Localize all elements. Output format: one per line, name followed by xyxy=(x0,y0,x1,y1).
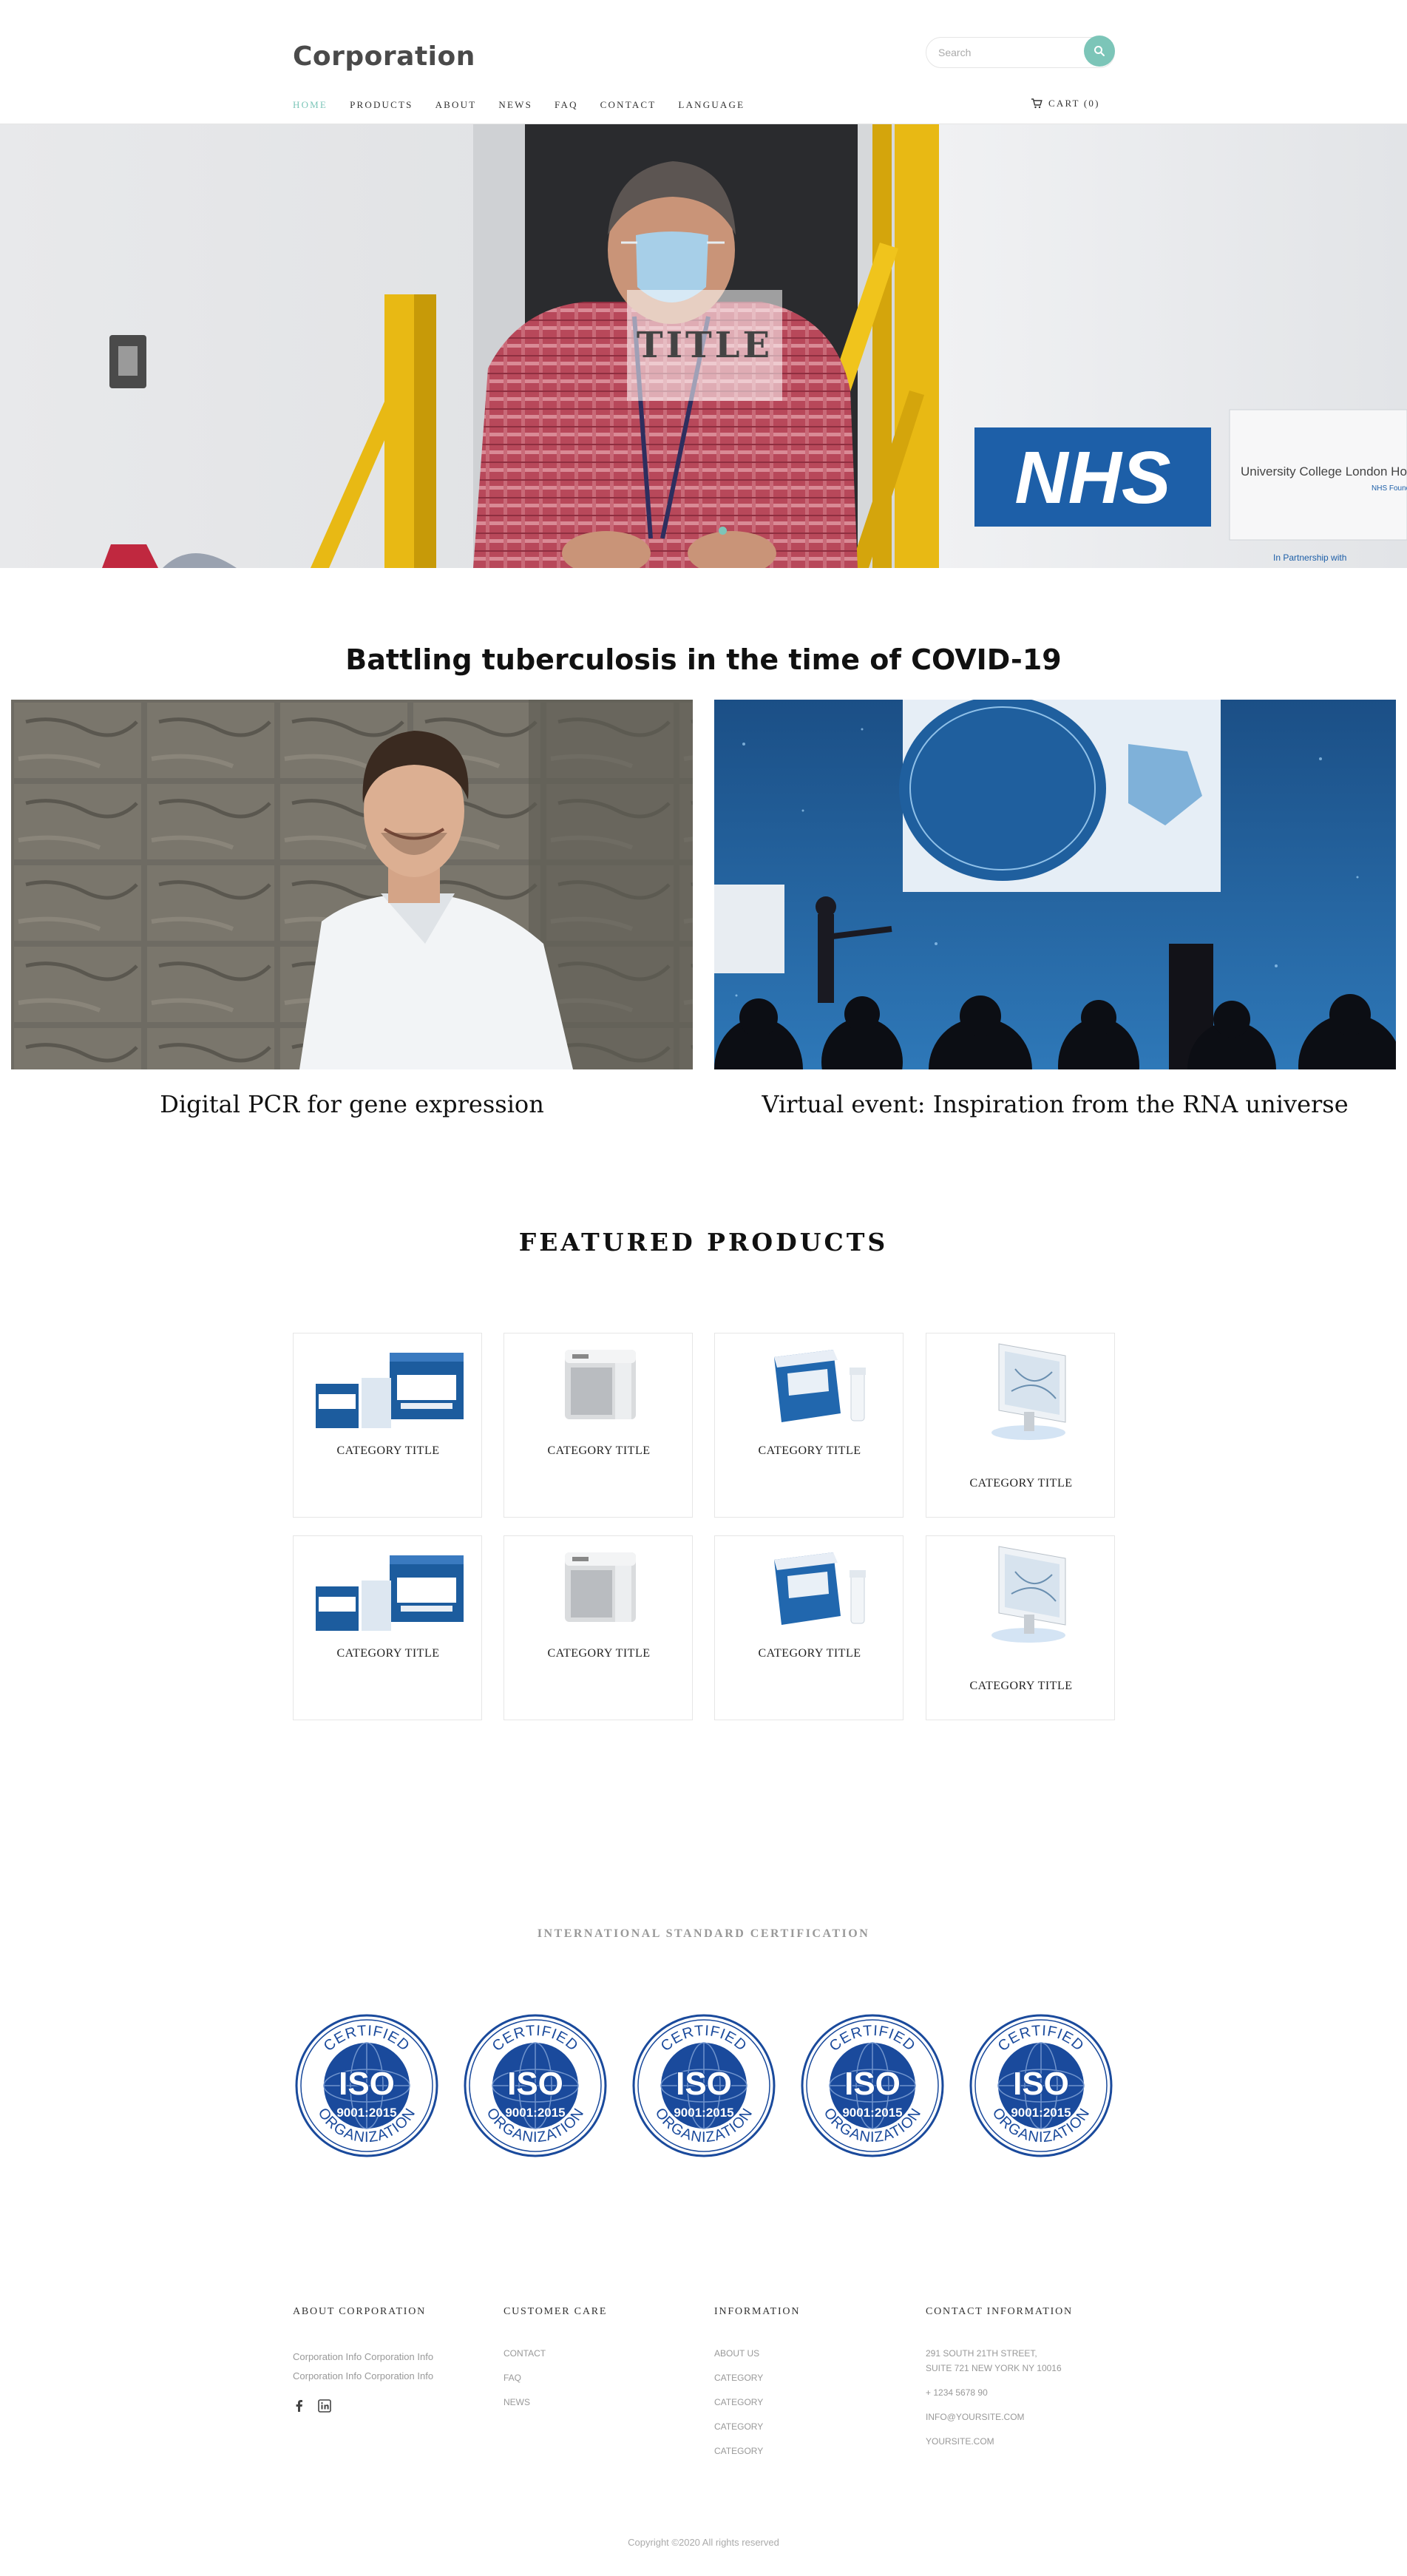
nav-products[interactable]: PRODUCTS xyxy=(350,99,413,111)
footer-contact-heading: CONTACT INFORMATION xyxy=(926,2306,1073,2317)
footer-about-heading: ABOUT CORPORATION xyxy=(293,2306,427,2317)
monitor-icon xyxy=(991,1546,1066,1643)
iso-certification-logo: ISO 9001:2015 CERTIFIED ORGANIZATION xyxy=(801,2014,944,2157)
footer-email[interactable]: INFO@YOURSITE.COM xyxy=(926,2411,1125,2423)
footer-address-line-1: 291 SOUTH 21TH STREET, xyxy=(926,2348,1037,2359)
kit-boxes-icon xyxy=(316,1353,464,1428)
footer-information-heading: INFORMATION xyxy=(714,2306,801,2317)
cart-label: CART (0) xyxy=(1048,98,1100,109)
site-header: Corporation HOME PRODUCTS ABOUT NEWS FAQ… xyxy=(0,0,1407,124)
iso-certification-logo: ISO 9001:2015 CERTIFIED ORGANIZATION xyxy=(295,2014,438,2157)
hero-banner: NHS University College London Ho NHS Fou… xyxy=(0,124,1407,568)
kit-tube-icon xyxy=(774,1552,866,1625)
product-card[interactable]: CATEGORY TITLE xyxy=(293,1535,482,1720)
product-card[interactable]: CATEGORY TITLE xyxy=(926,1333,1115,1518)
svg-text:In Partnership with: In Partnership with xyxy=(1273,552,1346,563)
product-card[interactable]: CATEGORY TITLE xyxy=(504,1333,693,1518)
card-label: CATEGORY TITLE xyxy=(969,1680,1073,1692)
svg-text:9001:2015: 9001:2015 xyxy=(842,2106,902,2120)
footer-phone[interactable]: + 1234 5678 90 xyxy=(926,2387,1125,2398)
cart-link[interactable]: CART (0) xyxy=(1031,98,1100,109)
nav-news[interactable]: NEWS xyxy=(498,99,532,111)
search-button[interactable] xyxy=(1084,36,1115,67)
footer-customer-care-heading: CUSTOMER CARE xyxy=(504,2306,608,2317)
footer-about-text-2: Corporation Info Corporation Info xyxy=(293,2370,434,2381)
iso-certification-logo: ISO 9001:2015 CERTIFIED ORGANIZATION xyxy=(632,2014,776,2157)
iso-certification-logo: ISO 9001:2015 CERTIFIED ORGANIZATION xyxy=(969,2014,1113,2157)
articles-heading: Battling tuberculosis in the time of COV… xyxy=(345,643,1062,676)
instrument-icon xyxy=(565,1350,636,1419)
kit-tube-icon xyxy=(774,1350,866,1422)
card-label: CATEGORY TITLE xyxy=(758,1444,861,1457)
footer-about: ABOUT CORPORATION Corporation Info Corpo… xyxy=(293,2306,492,2416)
conference-photo xyxy=(714,700,1396,1069)
facebook-icon[interactable] xyxy=(293,2399,306,2416)
monitor-icon xyxy=(991,1343,1066,1440)
card-label: CATEGORY TITLE xyxy=(547,1444,651,1457)
footer-about-text-1: Corporation Info Corporation Info xyxy=(293,2351,434,2362)
svg-text:9001:2015: 9001:2015 xyxy=(505,2106,565,2120)
footer-link-category[interactable]: CATEGORY xyxy=(714,2445,914,2457)
footer-link-news[interactable]: NEWS xyxy=(504,2396,703,2408)
article-image-1[interactable] xyxy=(11,700,693,1069)
footer-address-line-2: SUITE 721 NEW YORK NY 10016 xyxy=(926,2363,1062,2373)
copyright: Copyright ©2020 All rights reserved xyxy=(628,2537,779,2548)
article-title-1[interactable]: Digital PCR for gene expression xyxy=(11,1090,693,1118)
svg-text:ISO: ISO xyxy=(676,2066,732,2102)
product-card[interactable]: CATEGORY TITLE xyxy=(714,1333,903,1518)
nav-language[interactable]: LANGUAGE xyxy=(678,99,745,111)
site-logo[interactable]: Corporation xyxy=(293,41,475,72)
footer-customer-care: CUSTOMER CARE CONTACT FAQ NEWS xyxy=(504,2306,703,2421)
footer-link-category[interactable]: CATEGORY xyxy=(714,2396,914,2408)
card-label: CATEGORY TITLE xyxy=(758,1647,861,1660)
svg-text:ISO: ISO xyxy=(507,2066,563,2102)
footer-link-contact[interactable]: CONTACT xyxy=(504,2347,703,2359)
featured-heading: FEATURED PRODUCTS xyxy=(518,1228,889,1257)
slider-dot[interactable] xyxy=(719,527,727,535)
cart-icon xyxy=(1031,98,1042,109)
svg-text:ISO: ISO xyxy=(339,2066,395,2102)
card-label: CATEGORY TITLE xyxy=(547,1647,651,1660)
product-card[interactable]: CATEGORY TITLE xyxy=(293,1333,482,1518)
card-label: CATEGORY TITLE xyxy=(336,1444,440,1457)
nav-faq[interactable]: FAQ xyxy=(555,99,578,111)
kit-boxes-icon xyxy=(316,1555,464,1631)
svg-text:9001:2015: 9001:2015 xyxy=(336,2106,396,2120)
svg-text:9001:2015: 9001:2015 xyxy=(674,2106,733,2120)
footer-contact: CONTACT INFORMATION 291 SOUTH 21TH STREE… xyxy=(926,2306,1125,2460)
nav-home[interactable]: HOME xyxy=(293,99,328,111)
portrait-photo xyxy=(11,700,693,1069)
svg-text:ISO: ISO xyxy=(844,2066,901,2102)
product-card[interactable]: CATEGORY TITLE xyxy=(926,1535,1115,1720)
svg-text:ISO: ISO xyxy=(1013,2066,1069,2102)
footer-link-about-us[interactable]: ABOUT US xyxy=(714,2347,914,2359)
instrument-icon xyxy=(565,1552,636,1622)
article-title-2[interactable]: Virtual event: Inspiration from the RNA … xyxy=(714,1090,1396,1118)
search-icon xyxy=(1094,46,1105,56)
svg-text:University College London Ho: University College London Ho xyxy=(1241,464,1407,479)
main-nav: HOME PRODUCTS ABOUT NEWS FAQ CONTACT LAN… xyxy=(293,99,767,111)
certification-heading: INTERNATIONAL STANDARD CERTIFICATION xyxy=(537,1927,870,1940)
footer-website[interactable]: YOURSITE.COM xyxy=(926,2435,1125,2447)
iso-certification-logo: ISO 9001:2015 CERTIFIED ORGANIZATION xyxy=(464,2014,607,2157)
nav-contact[interactable]: CONTACT xyxy=(600,99,657,111)
article-image-2[interactable] xyxy=(714,700,1396,1069)
svg-text:NHS: NHS xyxy=(1014,436,1170,519)
footer-information: INFORMATION ABOUT US CATEGORY CATEGORY C… xyxy=(714,2306,914,2469)
card-label: CATEGORY TITLE xyxy=(969,1477,1073,1490)
product-card[interactable]: CATEGORY TITLE xyxy=(714,1535,903,1720)
footer-link-faq[interactable]: FAQ xyxy=(504,2372,703,2384)
hero-title: TITLE xyxy=(636,325,773,366)
svg-text:NHS Founda: NHS Founda xyxy=(1372,484,1407,493)
product-card[interactable]: CATEGORY TITLE xyxy=(504,1535,693,1720)
linkedin-icon[interactable] xyxy=(318,2399,331,2416)
social-links xyxy=(293,2399,492,2416)
footer-link-category[interactable]: CATEGORY xyxy=(714,2372,914,2384)
hero-title-box: TITLE xyxy=(627,290,782,401)
svg-text:9001:2015: 9001:2015 xyxy=(1011,2106,1071,2120)
nav-about[interactable]: ABOUT xyxy=(435,99,477,111)
footer-link-category[interactable]: CATEGORY xyxy=(714,2421,914,2433)
card-label: CATEGORY TITLE xyxy=(336,1647,440,1660)
